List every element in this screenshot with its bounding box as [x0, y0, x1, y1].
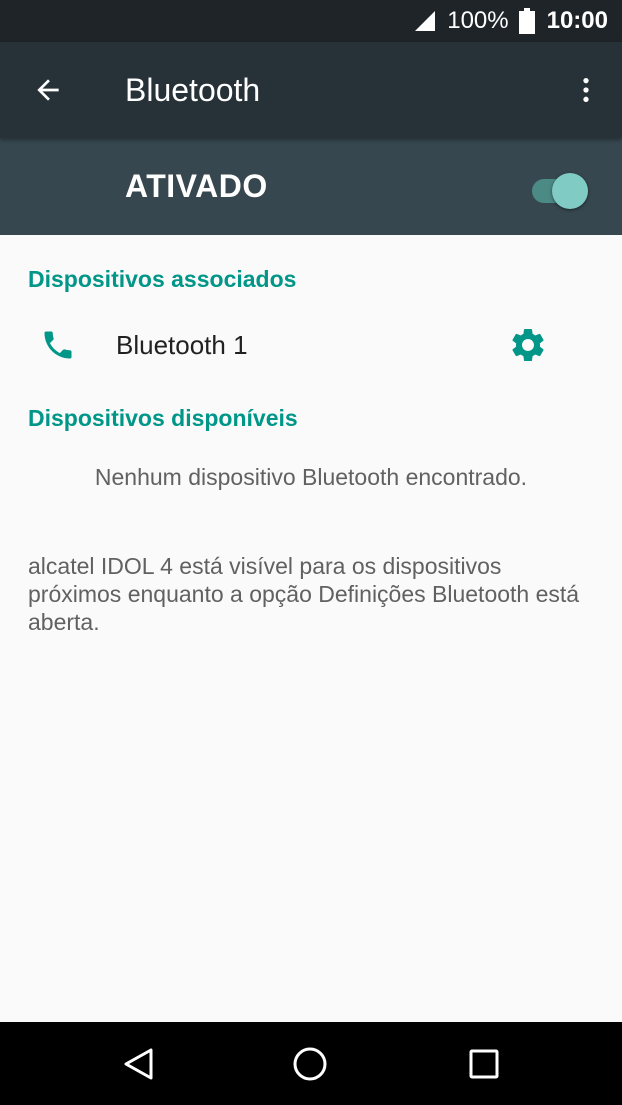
overflow-menu-button[interactable] [550, 42, 622, 138]
back-button[interactable] [0, 42, 96, 138]
signal-icon [415, 11, 436, 31]
clock: 10:00 [546, 7, 608, 34]
home-circle-icon[interactable] [290, 1044, 330, 1084]
no-devices-message: Nenhum dispositivo Bluetooth encontrado. [94, 464, 528, 490]
paired-devices-header: Dispositivos associados [28, 266, 297, 292]
paired-device-row[interactable]: Bluetooth 1 [0, 308, 622, 382]
toggle-thumb [552, 172, 588, 209]
back-triangle-icon[interactable] [118, 1044, 158, 1084]
navigation-bar [0, 1022, 622, 1105]
more-vert-icon [583, 78, 589, 102]
battery-icon [518, 8, 535, 34]
phone-icon [44, 331, 72, 359]
bluetooth-master-switch-bar[interactable]: ATIVADO [0, 138, 622, 235]
bluetooth-toggle[interactable] [532, 167, 588, 209]
page-title: Bluetooth [125, 71, 261, 108]
visibility-note: alcatel IDOL 4 está visível para os disp… [28, 553, 580, 635]
recents-square-icon[interactable] [464, 1044, 504, 1084]
available-devices-header: Dispositivos disponíveis [28, 405, 298, 431]
device-name: Bluetooth 1 [116, 329, 248, 360]
back-arrow-icon [37, 79, 59, 101]
app-toolbar: Bluetooth [0, 42, 622, 138]
gear-icon[interactable] [508, 325, 548, 365]
battery-percent: 100% [447, 7, 509, 34]
status-bar: 100% 10:00 [0, 0, 622, 42]
switch-label: ATIVADO [125, 168, 268, 204]
